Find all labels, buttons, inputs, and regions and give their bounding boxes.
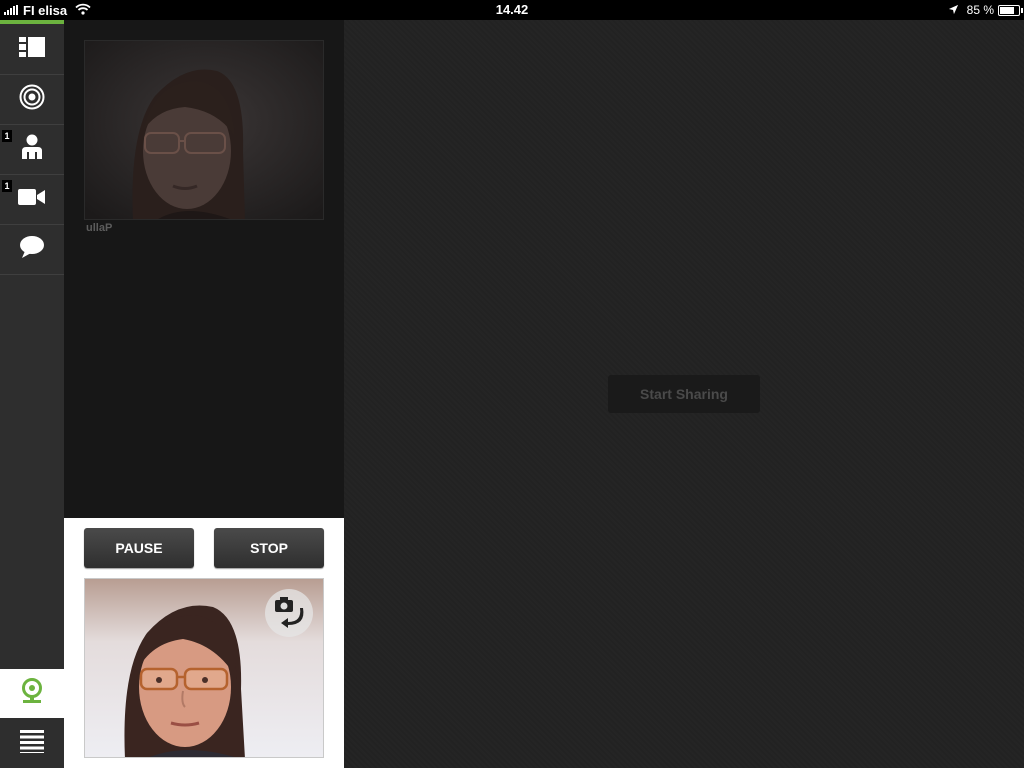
target-icon bbox=[19, 84, 45, 115]
location-arrow-icon bbox=[948, 3, 959, 18]
start-sharing-button[interactable]: Start Sharing bbox=[608, 375, 760, 413]
self-video-preview bbox=[84, 578, 324, 758]
sidebar: 1 1 bbox=[0, 20, 64, 768]
remote-video-tile[interactable] bbox=[84, 40, 324, 220]
sidebar-item-target[interactable] bbox=[0, 75, 64, 125]
switch-camera-button[interactable] bbox=[265, 589, 313, 637]
stop-button[interactable]: STOP bbox=[214, 528, 324, 568]
video-count-badge: 1 bbox=[2, 180, 12, 192]
sidebar-item-layout[interactable] bbox=[0, 24, 64, 75]
status-bar: FI elisa 14.42 85 % bbox=[0, 0, 1024, 20]
self-view-panel: PAUSE STOP bbox=[64, 518, 344, 768]
chat-bubble-icon bbox=[19, 235, 45, 264]
menu-icon bbox=[20, 729, 44, 758]
app-root: FI elisa 14.42 85 % 1 1 ullaP PAUSE STOP… bbox=[0, 0, 1024, 768]
battery-fill bbox=[1000, 6, 1014, 14]
video-camera-icon bbox=[18, 188, 46, 211]
battery-percent: 85 % bbox=[966, 3, 994, 17]
sidebar-item-participants[interactable]: 1 bbox=[0, 125, 64, 175]
status-time: 14.42 bbox=[495, 2, 529, 17]
main-content-area: Start Sharing bbox=[344, 20, 1024, 768]
remote-participant-video bbox=[85, 41, 323, 219]
participants-count-badge: 1 bbox=[2, 130, 12, 142]
person-icon bbox=[20, 134, 44, 165]
sidebar-item-chat[interactable] bbox=[0, 225, 64, 275]
sidebar-item-webcam[interactable] bbox=[0, 669, 64, 718]
status-bar-right: 85 % bbox=[948, 2, 1023, 18]
sidebar-item-menu[interactable] bbox=[0, 718, 64, 768]
remote-participant-name: ullaP bbox=[86, 222, 113, 234]
webcam-icon bbox=[20, 678, 44, 709]
pause-button[interactable]: PAUSE bbox=[84, 528, 194, 568]
switch-camera-icon bbox=[272, 594, 306, 633]
layout-icon bbox=[19, 36, 45, 62]
battery-icon bbox=[998, 4, 1023, 16]
sidebar-item-video[interactable]: 1 bbox=[0, 175, 64, 225]
participants-panel: ullaP bbox=[64, 20, 344, 518]
